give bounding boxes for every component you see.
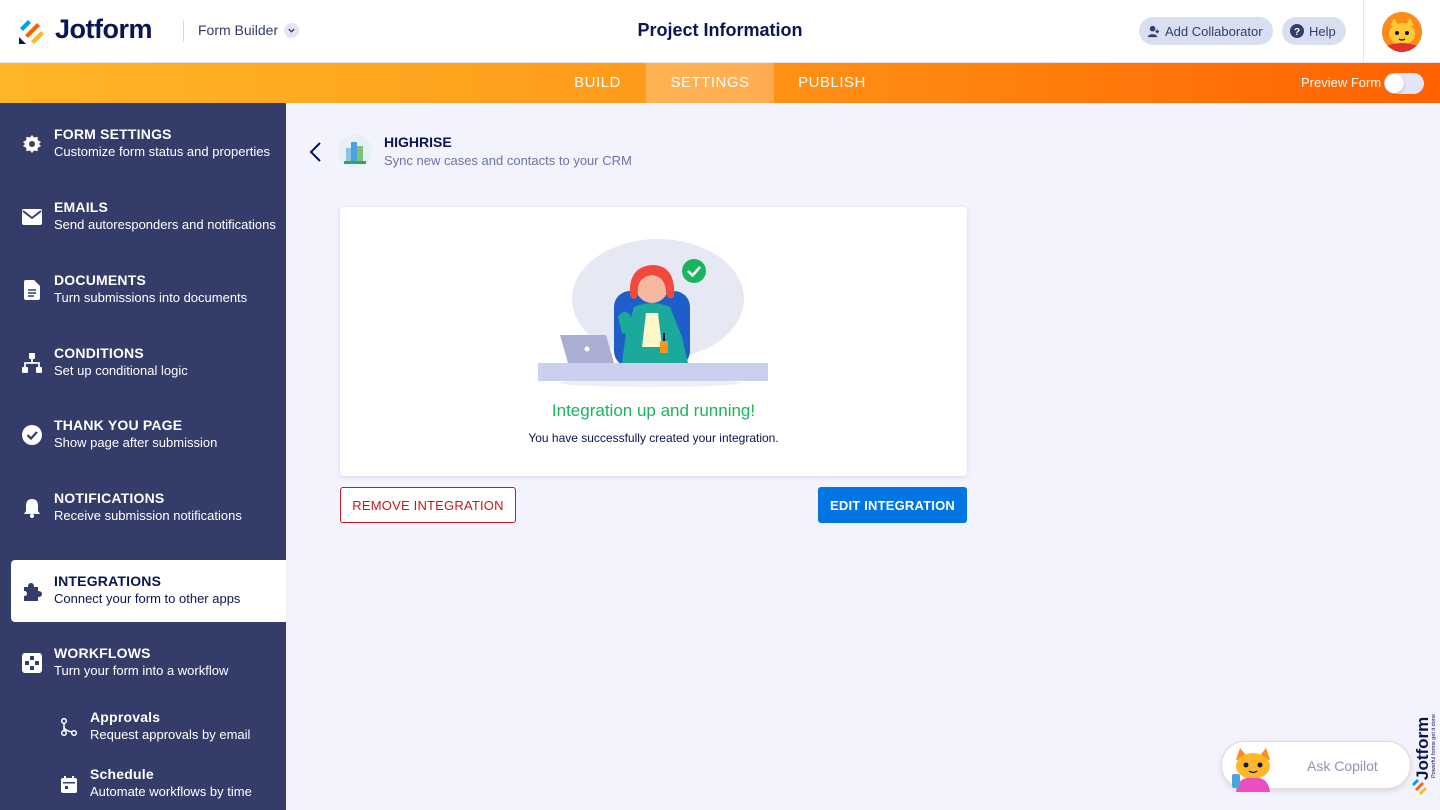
highrise-buildings-icon — [338, 134, 372, 168]
toggle-knob — [1385, 74, 1404, 93]
preview-form-label: Preview Form — [1301, 75, 1382, 90]
calendar-icon — [58, 773, 80, 795]
hierarchy-icon — [21, 352, 43, 374]
remove-integration-button[interactable]: REMOVE INTEGRATION — [340, 487, 516, 523]
sidebar-item-title: CONDITIONS — [54, 345, 144, 361]
sidebar-item-thank-you-page[interactable]: THANK YOU PAGE Show page after submissio… — [11, 404, 286, 466]
sidebar-item-title: FORM SETTINGS — [54, 126, 172, 142]
integration-status-card: Integration up and running! You have suc… — [340, 207, 967, 476]
envelope-icon — [21, 206, 43, 228]
add-collaborator-label: Add Collaborator — [1165, 23, 1263, 39]
document-icon — [21, 279, 43, 301]
approval-flow-icon — [58, 716, 80, 738]
avatar-cat-icon — [1382, 12, 1422, 52]
sidebar-item-title: EMAILS — [54, 199, 109, 215]
integration-success-title: Integration up and running! — [551, 401, 756, 420]
sidebar-item-subtitle: Automate workflows by time — [90, 784, 252, 799]
sidebar-item-subtitle: Receive submission notifications — [54, 508, 242, 523]
sidebar-item-form-settings[interactable]: FORM SETTINGS Customize form status and … — [11, 113, 286, 175]
sidebar-item-documents[interactable]: DOCUMENTS Turn submissions into document… — [11, 259, 286, 321]
tab-settings[interactable]: SETTINGS — [646, 63, 774, 103]
gear-icon — [21, 133, 43, 155]
page-title: Project Information — [637, 20, 803, 40]
sidebar-item-schedule[interactable]: Schedule Automate workflows by time — [11, 753, 286, 810]
avatar[interactable] — [1382, 12, 1422, 52]
sidebar-item-title: THANK YOU PAGE — [54, 417, 183, 433]
puzzle-icon — [21, 580, 43, 602]
preview-form-toggle[interactable] — [1384, 73, 1424, 94]
add-user-icon — [1147, 25, 1160, 38]
workflow-icon — [21, 652, 43, 674]
help-icon: ? — [1290, 24, 1304, 38]
side-brand-name: Jotform — [1413, 717, 1432, 780]
sidebar-item-title: WORKFLOWS — [54, 645, 151, 661]
sidebar-item-workflows[interactable]: WORKFLOWS Turn your form into a workflow — [11, 632, 286, 694]
jotform-logo-icon — [19, 19, 44, 44]
top-header: Jotform Form Builder Project Information… — [0, 0, 1440, 63]
sidebar-item-subtitle: Turn submissions into documents — [54, 290, 248, 305]
integration-success-description: You have successfully created your integ… — [528, 431, 779, 445]
sidebar-item-conditions[interactable]: CONDITIONS Set up conditional logic — [11, 332, 286, 394]
sidebar-item-subtitle: Show page after submission — [54, 435, 218, 450]
edit-integration-button[interactable]: EDIT INTEGRATION — [818, 487, 967, 523]
bell-icon — [21, 497, 43, 519]
sidebar-item-emails[interactable]: EMAILS Send autoresponders and notificat… — [11, 186, 286, 248]
help-label: Help — [1309, 23, 1336, 39]
ask-copilot-label: Ask Copilot — [1307, 758, 1378, 774]
sidebar-item-approvals[interactable]: Approvals Request approvals by email — [11, 696, 286, 758]
brand-name: Jotform — [55, 14, 153, 44]
sidebar-item-title: DOCUMENTS — [54, 272, 147, 288]
sidebar-item-title: NOTIFICATIONS — [54, 490, 165, 506]
sidebar-item-subtitle: Set up conditional logic — [54, 363, 188, 378]
sidebar-item-title: INTEGRATIONS — [54, 573, 162, 589]
sidebar-item-title: Approvals — [90, 709, 161, 725]
svg-text:?: ? — [1294, 27, 1300, 38]
header-divider-right — [1363, 0, 1364, 63]
success-illustration — [538, 239, 768, 387]
form-builder-dropdown[interactable]: Form Builder — [198, 22, 300, 38]
chevron-down-icon — [284, 22, 300, 38]
sidebar-item-title: Schedule — [90, 766, 154, 782]
integration-description: Sync new cases and contacts to your CRM — [384, 153, 632, 168]
add-collaborator-button[interactable]: Add Collaborator — [1139, 17, 1273, 45]
sidebar-item-subtitle: Customize form status and properties — [54, 144, 271, 159]
highrise-logo — [338, 134, 372, 168]
sidebar-item-subtitle: Request approvals by email — [90, 727, 251, 742]
sidebar-item-subtitle: Turn your form into a workflow — [54, 663, 229, 678]
check-circle-icon — [21, 424, 43, 446]
main-nav-bar: BUILD SETTINGS PUBLISH Preview Form — [0, 63, 1440, 103]
tab-build[interactable]: BUILD — [550, 63, 645, 103]
back-button[interactable] — [306, 140, 326, 164]
settings-sidebar: FORM SETTINGS Customize form status and … — [0, 103, 286, 810]
jotform-vertical-logo: Jotform Powerful forms get it done — [1412, 714, 1437, 795]
sidebar-item-notifications[interactable]: NOTIFICATIONS Receive submission notific… — [11, 477, 286, 539]
header-divider — [183, 20, 184, 42]
ask-copilot-button[interactable]: Ask Copilot — [1221, 741, 1411, 792]
side-brand-tagline: Powerful forms get it done — [1431, 714, 1437, 778]
sidebar-item-integrations[interactable]: INTEGRATIONS Connect your form to other … — [11, 560, 286, 622]
sidebar-item-subtitle: Send autoresponders and notifications — [54, 217, 276, 232]
copilot-cat-icon — [1232, 748, 1270, 792]
sidebar-item-subtitle: Connect your form to other apps — [54, 591, 241, 606]
help-button[interactable]: ? Help — [1282, 17, 1346, 45]
tab-publish[interactable]: PUBLISH — [775, 63, 889, 103]
form-builder-label: Form Builder — [198, 22, 279, 38]
integration-name: HIGHRISE — [384, 134, 452, 150]
jotform-logo[interactable]: Jotform — [17, 14, 153, 45]
chevron-left-icon — [309, 142, 321, 162]
